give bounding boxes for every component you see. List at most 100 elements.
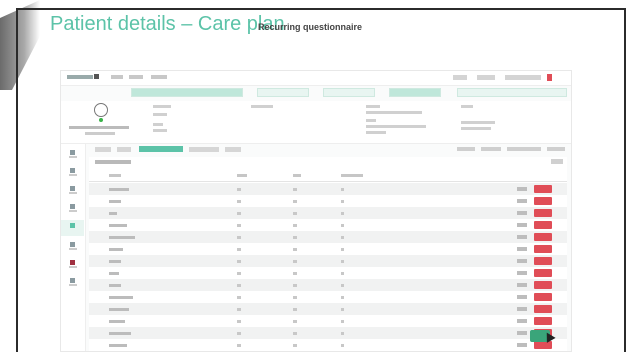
table-row[interactable] xyxy=(89,315,567,327)
delete-button[interactable] xyxy=(534,281,552,289)
edit-button[interactable] xyxy=(517,211,527,215)
count-cell xyxy=(293,212,297,215)
sidebar-item-documents[interactable] xyxy=(67,242,77,250)
toolbar-button[interactable] xyxy=(507,147,541,151)
slide-title: Patient details – Care plan xyxy=(50,13,285,35)
sidebar-item-label xyxy=(69,210,77,212)
delete-button[interactable] xyxy=(534,269,552,277)
sidebar-item-calendar[interactable] xyxy=(67,168,77,176)
topbar-utility[interactable] xyxy=(477,75,495,80)
info-field xyxy=(153,123,163,126)
frequency-cell xyxy=(237,344,241,347)
table-row[interactable] xyxy=(89,279,567,291)
frequency-cell xyxy=(237,320,241,323)
info-field xyxy=(153,113,167,116)
patient-info-panel xyxy=(61,101,571,144)
info-field xyxy=(366,125,426,128)
table-row[interactable] xyxy=(89,327,567,339)
delete-button[interactable] xyxy=(534,197,552,205)
delete-button[interactable] xyxy=(534,293,552,301)
tab[interactable] xyxy=(95,147,111,152)
count-cell xyxy=(293,272,297,275)
table-row[interactable] xyxy=(89,255,567,267)
table-row[interactable] xyxy=(89,195,567,207)
workflow-step[interactable] xyxy=(389,88,441,97)
toolbar-button[interactable] xyxy=(481,147,501,151)
edit-button[interactable] xyxy=(517,343,527,347)
sidebar-item-list[interactable] xyxy=(67,186,77,194)
delete-button[interactable] xyxy=(534,209,552,217)
sidebar-item-chat[interactable] xyxy=(67,204,77,212)
delete-button[interactable] xyxy=(534,185,552,193)
sidebar-item-alerts[interactable] xyxy=(67,260,77,268)
status-cell xyxy=(341,320,344,323)
edit-button[interactable] xyxy=(517,283,527,287)
edit-button[interactable] xyxy=(517,235,527,239)
column-header[interactable] xyxy=(109,174,121,177)
status-cell xyxy=(341,224,344,227)
questionnaire-name xyxy=(109,272,119,275)
table-row[interactable] xyxy=(89,303,567,315)
table-row[interactable] xyxy=(89,231,567,243)
info-field xyxy=(461,127,491,130)
panel-title xyxy=(95,160,131,164)
status-cell xyxy=(341,284,344,287)
table-row[interactable] xyxy=(89,219,567,231)
edit-button[interactable] xyxy=(517,271,527,275)
table-row[interactable] xyxy=(89,291,567,303)
nav-menu-item[interactable] xyxy=(129,75,143,79)
table-row[interactable] xyxy=(89,339,567,351)
topbar-utility[interactable] xyxy=(453,75,467,80)
delete-button[interactable] xyxy=(534,245,552,253)
user-menu[interactable] xyxy=(505,75,541,80)
frequency-cell xyxy=(237,296,241,299)
delete-button[interactable] xyxy=(534,305,552,313)
tab[interactable] xyxy=(225,147,241,152)
toolbar-button[interactable] xyxy=(547,147,565,151)
nav-menu-item[interactable] xyxy=(111,75,123,79)
tab[interactable] xyxy=(117,147,131,152)
delete-button[interactable] xyxy=(534,257,552,265)
column-header[interactable] xyxy=(237,174,247,177)
edit-button[interactable] xyxy=(517,259,527,263)
edit-button[interactable] xyxy=(517,331,527,335)
info-field xyxy=(153,129,167,132)
tab[interactable] xyxy=(189,147,219,152)
tab-recurring-questionnaire[interactable] xyxy=(139,146,183,152)
table-row[interactable] xyxy=(89,183,567,195)
questionnaire-name xyxy=(109,284,121,287)
workflow-step[interactable] xyxy=(131,88,243,97)
workflow-step[interactable] xyxy=(323,88,375,97)
sidebar-item-home[interactable] xyxy=(67,150,77,158)
edit-button[interactable] xyxy=(517,187,527,191)
edit-button[interactable] xyxy=(517,247,527,251)
patient-name xyxy=(69,126,129,129)
edit-button[interactable] xyxy=(517,199,527,203)
notification-icon[interactable] xyxy=(547,74,552,81)
edit-button[interactable] xyxy=(517,307,527,311)
delete-button[interactable] xyxy=(534,317,552,325)
edit-button[interactable] xyxy=(517,295,527,299)
column-header[interactable] xyxy=(293,174,301,177)
table-row[interactable] xyxy=(89,267,567,279)
status-cell xyxy=(341,260,344,263)
table-row[interactable] xyxy=(89,243,567,255)
column-header[interactable] xyxy=(341,174,363,177)
delete-button[interactable] xyxy=(534,233,552,241)
info-field xyxy=(366,105,380,108)
toolbar-button[interactable] xyxy=(457,147,475,151)
add-button[interactable] xyxy=(551,159,563,164)
edit-button[interactable] xyxy=(517,223,527,227)
sidebar-item-settings[interactable] xyxy=(67,278,77,286)
count-cell xyxy=(293,344,297,347)
workflow-step[interactable] xyxy=(257,88,309,97)
presentation-slide: Patient details – Care plan Recurring qu… xyxy=(0,0,626,352)
delete-button[interactable] xyxy=(534,341,552,349)
nav-menu-item[interactable] xyxy=(151,75,167,79)
delete-button[interactable] xyxy=(534,221,552,229)
frequency-cell xyxy=(237,200,241,203)
edit-button[interactable] xyxy=(517,319,527,323)
sidebar-item-care-plan[interactable] xyxy=(61,220,84,236)
table-row[interactable] xyxy=(89,207,567,219)
workflow-step[interactable] xyxy=(457,88,567,97)
